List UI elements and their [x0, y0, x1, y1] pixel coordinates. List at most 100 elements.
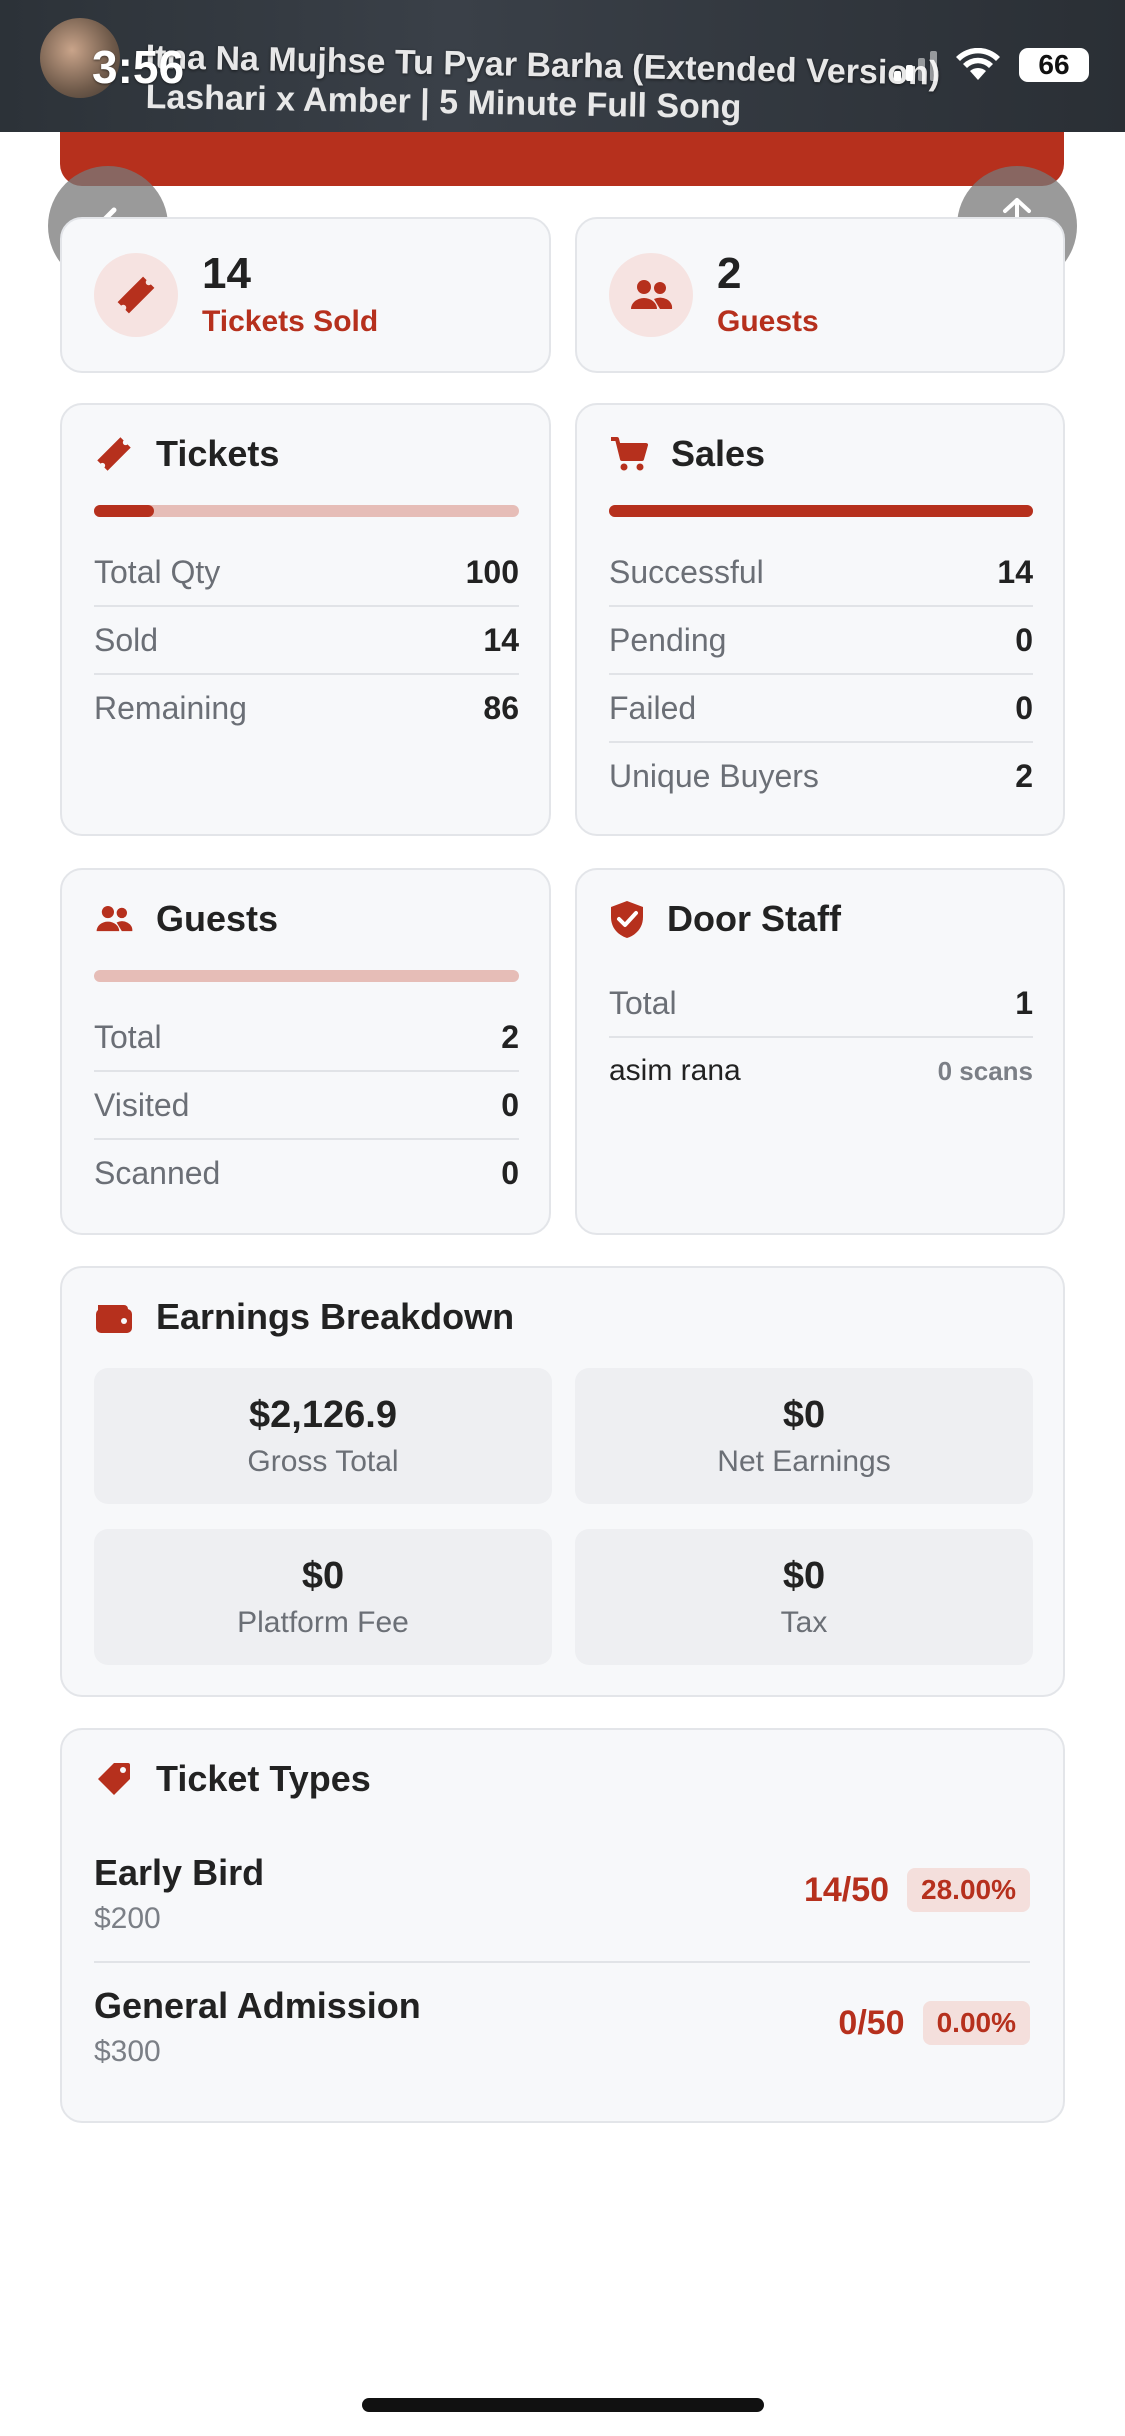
guests-summary-card: 2 Guests	[575, 217, 1065, 373]
stat-label: Remaining	[94, 689, 247, 726]
stat-value: 0	[1015, 689, 1033, 726]
stat-value: 2	[501, 1018, 519, 1055]
ticket-type-price: $200	[94, 1902, 161, 1935]
guests-card: Guests Total 2 Visited 0 Scanned 0	[60, 868, 551, 1235]
earnings-value: $0	[782, 1393, 826, 1436]
staff-name: asim rana	[609, 1054, 741, 1087]
users-icon	[609, 253, 693, 337]
stat-value: 100	[465, 553, 519, 590]
tickets-card-header: Tickets	[94, 433, 279, 475]
tickets-sold-summary-card: 14 Tickets Sold	[60, 217, 551, 373]
tickets-stats-list: Total Qty 100 Sold 14 Remaining 86	[94, 539, 519, 741]
earnings-card-title: Earnings Breakdown	[156, 1296, 515, 1337]
stat-row-scanned: Scanned 0	[94, 1140, 519, 1206]
wifi-icon	[956, 48, 1000, 80]
ticket-type-row-early-bird[interactable]: Early Bird $200 14/50 28.00%	[94, 1842, 1030, 1974]
sales-progress-bar	[609, 505, 1033, 517]
tickets-sold-label: Tickets Sold	[202, 305, 379, 338]
home-indicator[interactable]	[362, 2398, 764, 2412]
stat-value: 0	[501, 1086, 519, 1123]
stat-row-total-qty: Total Qty 100	[94, 539, 519, 607]
ticket-type-stats: 0/50 0.00%	[838, 2001, 1030, 2045]
stat-label: Pending	[609, 621, 727, 658]
ticket-type-percent-badge: 28.00%	[907, 1868, 1030, 1912]
ticket-type-price: $300	[94, 2035, 161, 2068]
cellular-signal-icon	[894, 49, 937, 81]
ticket-type-stats: 14/50 28.00%	[804, 1868, 1030, 1912]
stat-row-remaining: Remaining 86	[94, 675, 519, 741]
ticket-types-card-header: Ticket Types	[94, 1758, 371, 1800]
staff-scan-count: 0 scans	[937, 1055, 1033, 1086]
door-staff-card: Door Staff Total 1 asim rana 0 scans	[575, 868, 1065, 1235]
guests-card-header: Guests	[94, 898, 278, 940]
stat-label: Visited	[94, 1086, 190, 1123]
earnings-breakdown-card: Earnings Breakdown $2,126.9 Gross Total …	[60, 1266, 1065, 1697]
door-staff-card-header: Door Staff	[609, 898, 841, 940]
stat-row-staff-total: Total 1	[609, 970, 1033, 1038]
ticket-type-percent-badge: 0.00%	[922, 2001, 1030, 2045]
stat-label: Total	[94, 1018, 162, 1055]
ticket-type-sold-count: 0/50	[838, 2003, 905, 2042]
stat-value: 0	[1015, 621, 1033, 658]
ticket-types-card: Ticket Types Early Bird $200 14/50 28.00…	[60, 1728, 1065, 2123]
guests-card-title: Guests	[156, 898, 279, 939]
stat-label: Total	[609, 984, 677, 1021]
stat-label: Sold	[94, 621, 159, 658]
header-banner-edge	[60, 132, 1064, 186]
guests-progress-bar	[94, 970, 519, 982]
earnings-tax: $0 Tax	[575, 1529, 1033, 1665]
sales-progress-fill	[609, 505, 1033, 517]
earnings-label: Tax	[780, 1605, 828, 1639]
earnings-label: Gross Total	[247, 1444, 399, 1478]
stat-label: Unique Buyers	[609, 757, 819, 794]
shield-check-icon	[611, 901, 643, 938]
earnings-card-header: Earnings Breakdown	[94, 1296, 514, 1338]
stat-row-pending: Pending 0	[609, 607, 1033, 675]
ticket-types-card-title: Ticket Types	[156, 1758, 371, 1799]
stat-value: 0	[501, 1154, 519, 1191]
guests-stats-list: Total 2 Visited 0 Scanned 0	[94, 1004, 519, 1206]
guests-label: Guests	[717, 305, 819, 338]
sales-card-title: Sales	[671, 433, 766, 474]
ticket-icon	[97, 437, 131, 471]
earnings-label: Platform Fee	[237, 1605, 409, 1639]
stat-label: Scanned	[94, 1154, 221, 1191]
tickets-sold-count: 14	[202, 249, 251, 298]
stat-value: 2	[1015, 757, 1033, 794]
tickets-card-title: Tickets	[156, 433, 280, 474]
guests-count: 2	[717, 249, 742, 298]
stat-value: 14	[483, 621, 519, 658]
ticket-type-row-general-admission[interactable]: General Admission $300 0/50 0.00%	[94, 1975, 1030, 2107]
shopping-cart-icon	[611, 437, 648, 471]
tickets-progress-fill	[94, 505, 154, 517]
door-staff-card-title: Door Staff	[667, 898, 841, 939]
earnings-value: $0	[782, 1554, 826, 1597]
stat-label: Total Qty	[94, 553, 221, 590]
users-icon	[96, 905, 133, 932]
earnings-value: $0	[301, 1554, 345, 1597]
sales-card: Sales Successful 14 Pending 0 Failed 0 U…	[575, 403, 1065, 836]
stat-value: 86	[483, 689, 519, 726]
ticket-icon	[94, 253, 178, 337]
wallet-icon	[96, 1305, 132, 1333]
tickets-progress-bar	[94, 505, 519, 517]
stat-value: 1	[1015, 984, 1033, 1021]
stat-row-visited: Visited 0	[94, 1072, 519, 1140]
earnings-label: Net Earnings	[717, 1444, 891, 1478]
stat-row-sold: Sold 14	[94, 607, 519, 675]
stat-value: 14	[997, 553, 1033, 590]
now-playing-banner[interactable]: Itna Na Mujhse Tu Pyar Barha (Extended V…	[0, 0, 1125, 132]
tickets-card: Tickets Total Qty 100 Sold 14 Remaining …	[60, 403, 551, 836]
stat-row-failed: Failed 0	[609, 675, 1033, 743]
stat-row-successful: Successful 14	[609, 539, 1033, 607]
earnings-value: $2,126.9	[249, 1393, 397, 1436]
ticket-type-name: Early Bird	[94, 1852, 265, 1893]
earnings-platform-fee: $0 Platform Fee	[94, 1529, 552, 1665]
stat-label: Successful	[609, 553, 764, 590]
status-icons: 66	[894, 48, 1089, 82]
staff-member-row[interactable]: asim rana 0 scans	[609, 1038, 1033, 1104]
door-staff-list: Total 1 asim rana 0 scans	[609, 970, 1033, 1104]
ticket-type-sold-count: 14/50	[803, 1870, 890, 1909]
sales-card-header: Sales	[609, 433, 765, 475]
stat-row-unique-buyers: Unique Buyers 2	[609, 743, 1033, 809]
